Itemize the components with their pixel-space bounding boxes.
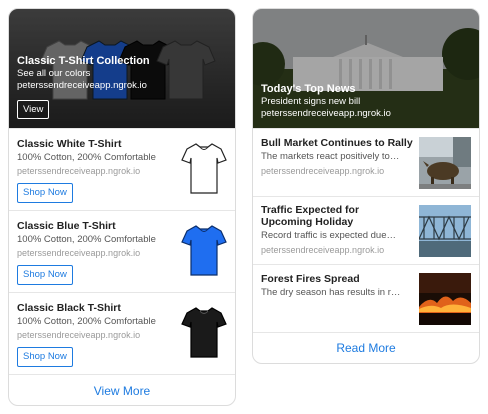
news-hero-title: Today's Top News bbox=[261, 83, 356, 95]
collection-hero[interactable]: Classic T-Shirt Collection See all our c… bbox=[9, 9, 235, 128]
product-item-white[interactable]: Classic White T-Shirt 100% Cotton, 200% … bbox=[9, 128, 235, 210]
blue-tshirt-icon bbox=[181, 225, 227, 276]
read-more-link[interactable]: Read More bbox=[253, 341, 479, 355]
shop-now-button[interactable]: Shop Now bbox=[17, 265, 73, 285]
news-summary: The markets react positively to… bbox=[261, 151, 400, 162]
view-more-row[interactable]: View More bbox=[9, 374, 235, 405]
forest-fire-image bbox=[419, 273, 471, 325]
news-hero-text: Today's Top News President signs new bil… bbox=[261, 83, 391, 120]
bull-statue-image bbox=[419, 137, 471, 189]
news-url: peterssendreceiveapp.ngrok.io bbox=[261, 166, 385, 176]
view-button[interactable]: View bbox=[17, 100, 50, 119]
news-title: Forest Fires Spread bbox=[261, 273, 360, 285]
collection-hero-text: Classic T-Shirt Collection See all our c… bbox=[17, 55, 150, 92]
product-item-black[interactable]: Classic Black T-Shirt 100% Cotton, 200% … bbox=[9, 292, 235, 374]
collection-url: peterssendreceiveapp.ngrok.io bbox=[17, 80, 147, 91]
shop-now-button[interactable]: Shop Now bbox=[17, 347, 73, 367]
black-tshirt-icon bbox=[181, 307, 227, 358]
news-title-line-2: Upcoming Holiday bbox=[261, 216, 354, 228]
product-subtitle: 100% Cotton, 200% Comfortable bbox=[17, 152, 156, 163]
news-item-traffic[interactable]: Traffic Expected for Upcoming Holiday Re… bbox=[253, 196, 479, 264]
product-url: peterssendreceiveapp.ngrok.io bbox=[17, 330, 141, 340]
news-summary: Record traffic is expected due… bbox=[261, 230, 397, 241]
product-title: Classic Blue T-Shirt bbox=[17, 220, 116, 232]
product-url: peterssendreceiveapp.ngrok.io bbox=[17, 248, 141, 258]
news-hero[interactable]: Today's Top News President signs new bil… bbox=[253, 9, 479, 128]
view-more-link[interactable]: View More bbox=[9, 384, 235, 398]
collection-subtitle: See all our colors bbox=[17, 68, 91, 79]
top-news-card: Today's Top News President signs new bil… bbox=[252, 8, 480, 364]
shop-now-button[interactable]: Shop Now bbox=[17, 183, 73, 203]
product-title: Classic White T-Shirt bbox=[17, 138, 122, 150]
news-item-bull-market[interactable]: Bull Market Continues to Rally The marke… bbox=[253, 128, 479, 196]
product-subtitle: 100% Cotton, 200% Comfortable bbox=[17, 234, 156, 245]
product-url: peterssendreceiveapp.ngrok.io bbox=[17, 166, 141, 176]
news-hero-url: peterssendreceiveapp.ngrok.io bbox=[261, 108, 391, 119]
news-item-forest-fires[interactable]: Forest Fires Spread The dry season has r… bbox=[253, 264, 479, 332]
news-url: peterssendreceiveapp.ngrok.io bbox=[261, 245, 385, 255]
bridge-image bbox=[419, 205, 471, 257]
product-title: Classic Black T-Shirt bbox=[17, 302, 121, 314]
product-item-blue[interactable]: Classic Blue T-Shirt 100% Cotton, 200% C… bbox=[9, 210, 235, 292]
news-hero-subtitle: President signs new bill bbox=[261, 96, 361, 107]
read-more-row[interactable]: Read More bbox=[253, 332, 479, 363]
collection-title: Classic T-Shirt Collection bbox=[17, 55, 150, 67]
white-tshirt-icon bbox=[181, 143, 227, 194]
news-title: Bull Market Continues to Rally bbox=[261, 137, 413, 149]
news-summary: The dry season has results in r… bbox=[261, 287, 401, 298]
product-subtitle: 100% Cotton, 200% Comfortable bbox=[17, 316, 156, 327]
tshirt-collection-card: Classic T-Shirt Collection See all our c… bbox=[8, 8, 236, 406]
